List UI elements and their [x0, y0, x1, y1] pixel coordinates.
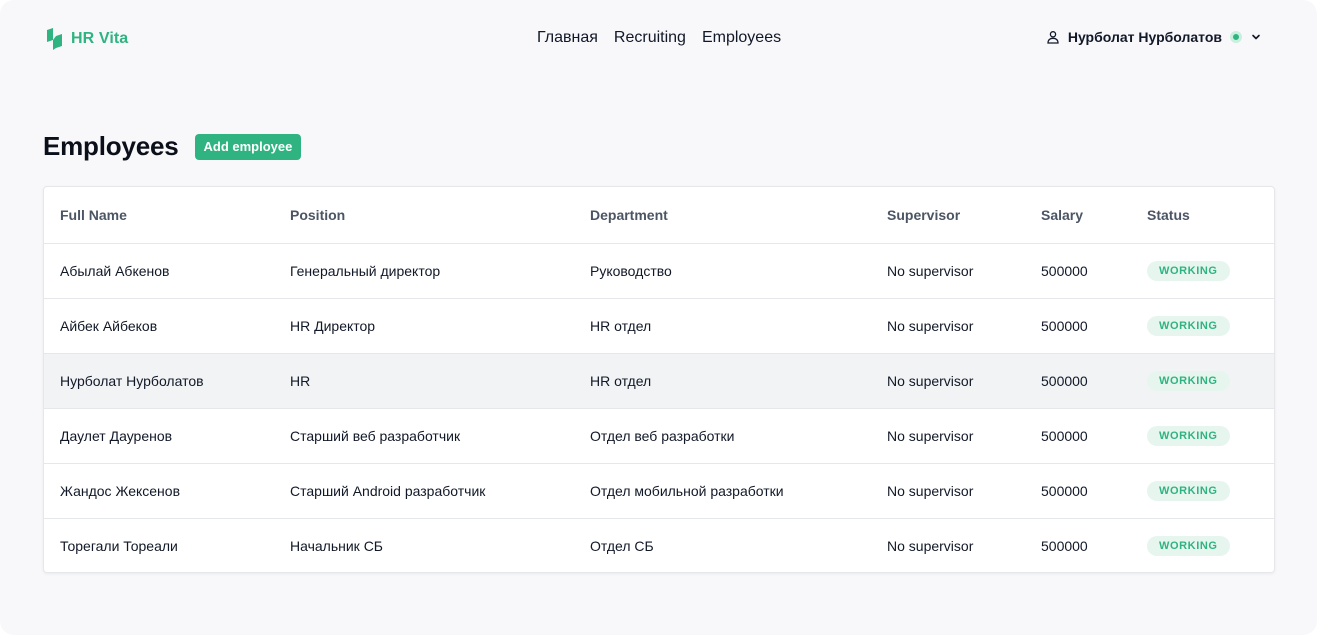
- cell-salary: 500000: [1041, 537, 1088, 554]
- status-badge: WORKING: [1147, 425, 1230, 446]
- cell-salary: 500000: [1025, 298, 1131, 354]
- brand-name: HR Vita: [71, 30, 129, 47]
- status-badge: WORKING: [1147, 260, 1230, 281]
- cell-supervisor: No supervisor: [871, 463, 1025, 519]
- cell-status: WORKING: [1131, 243, 1274, 299]
- table-row[interactable]: Торегали Тореали Начальник СБ Отдел СБ N…: [44, 518, 1274, 572]
- online-status-dot: [1230, 31, 1242, 43]
- cell-department: HR отдел: [574, 298, 871, 354]
- nav-item-employees[interactable]: Employees: [702, 29, 781, 47]
- cell-status: WORKING: [1131, 463, 1274, 519]
- cell-department: Отдел СБ: [590, 537, 654, 554]
- cell-status: WORKING: [1131, 298, 1274, 354]
- cell-full-name: Абылай Абкенов: [44, 243, 274, 299]
- column-header-position[interactable]: Position: [274, 187, 574, 244]
- cell-supervisor: No supervisor: [871, 353, 1025, 409]
- brand-logo[interactable]: HR Vita: [45, 27, 128, 51]
- cell-salary: 500000: [1025, 408, 1131, 464]
- table-header-row: Full Name Position Department Supervisor…: [44, 187, 1274, 244]
- cell-position: HR Директор: [274, 298, 574, 354]
- main-nav: Главная Recruiting Employees: [537, 29, 781, 47]
- cell-full-name: Торегали Тореали: [60, 537, 178, 554]
- page-header: Employees Add employee: [43, 131, 302, 162]
- column-header-full-name[interactable]: Full Name: [44, 187, 274, 244]
- cell-position: Генеральный директор: [274, 243, 574, 299]
- add-employee-button[interactable]: Add employee: [194, 133, 302, 160]
- table-row[interactable]: Нурболат Нурболатов HR HR отдел No super…: [44, 353, 1274, 409]
- cell-supervisor: No supervisor: [871, 243, 1025, 299]
- cell-position: Начальник СБ: [290, 537, 383, 554]
- cell-salary: 500000: [1025, 353, 1131, 409]
- table-row[interactable]: Абылай Абкенов Генеральный директор Руко…: [44, 243, 1274, 299]
- status-badge: WORKING: [1147, 315, 1230, 336]
- bolt-logo-icon: [47, 28, 62, 50]
- user-icon: [1047, 31, 1059, 44]
- cell-full-name: Даулет Дауренов: [44, 408, 274, 464]
- nav-item-recruiting[interactable]: Recruiting: [614, 29, 686, 47]
- cell-department: Отдел мобильной разработки: [574, 463, 871, 519]
- cell-department: HR отдел: [574, 353, 871, 409]
- cell-position: Старший Android разработчик: [274, 463, 574, 519]
- cell-full-name: Жандос Жексенов: [44, 463, 274, 519]
- top-header: HR Vita Главная Recruiting Employees Нур…: [0, 0, 1317, 78]
- table-row[interactable]: Айбек Айбеков HR Директор HR отдел No su…: [44, 298, 1274, 354]
- app-window: HR Vita Главная Recruiting Employees Нур…: [0, 0, 1317, 635]
- nav-item-home[interactable]: Главная: [537, 29, 598, 47]
- column-header-supervisor[interactable]: Supervisor: [871, 187, 1025, 244]
- cell-supervisor: No supervisor: [887, 537, 974, 554]
- cell-position: HR: [274, 353, 574, 409]
- status-badge: WORKING: [1147, 370, 1230, 391]
- cell-salary: 500000: [1025, 463, 1131, 519]
- column-header-status[interactable]: Status: [1131, 187, 1274, 244]
- cell-department: Отдел веб разработки: [574, 408, 871, 464]
- cell-supervisor: No supervisor: [871, 408, 1025, 464]
- employees-table: Full Name Position Department Supervisor…: [43, 186, 1275, 573]
- user-menu[interactable]: Нурболат Нурболатов: [1046, 29, 1262, 45]
- cell-status: WORKING: [1131, 408, 1274, 464]
- cell-status: WORKING: [1131, 518, 1274, 572]
- status-badge: WORKING: [1147, 480, 1230, 501]
- chevron-down-icon: [1252, 34, 1260, 40]
- cell-status: WORKING: [1131, 353, 1274, 409]
- page-title: Employees: [43, 131, 179, 161]
- cell-position: Старший веб разработчик: [274, 408, 574, 464]
- status-badge: WORKING: [1147, 535, 1230, 556]
- table-row[interactable]: Жандос Жексенов Старший Android разработ…: [44, 463, 1274, 519]
- cell-full-name: Айбек Айбеков: [44, 298, 274, 354]
- cell-full-name: Нурболат Нурболатов: [44, 353, 274, 409]
- column-header-department[interactable]: Department: [574, 187, 871, 244]
- cell-salary: 500000: [1025, 243, 1131, 299]
- cell-supervisor: No supervisor: [871, 298, 1025, 354]
- table-row[interactable]: Даулет Дауренов Старший веб разработчик …: [44, 408, 1274, 464]
- cell-department: Руководство: [574, 243, 871, 299]
- column-header-salary[interactable]: Salary: [1025, 187, 1131, 244]
- user-name: Нурболат Нурболатов: [1067, 29, 1222, 45]
